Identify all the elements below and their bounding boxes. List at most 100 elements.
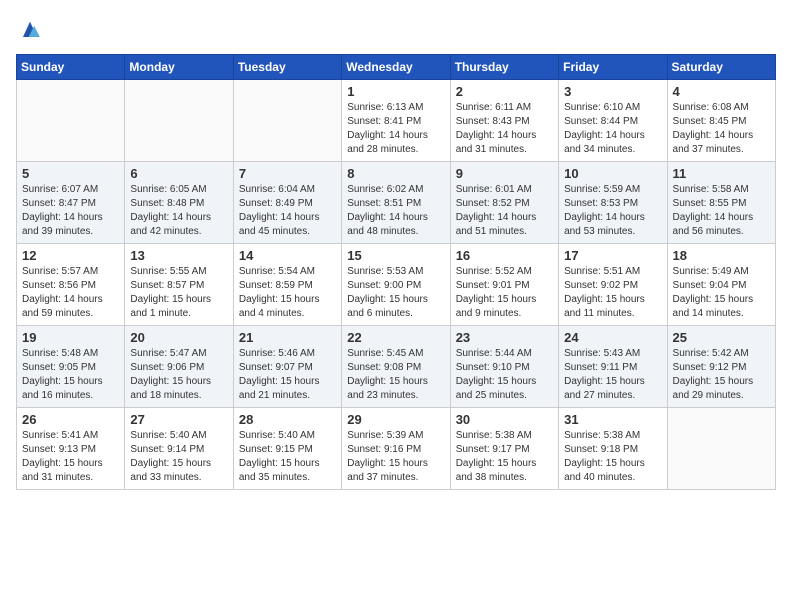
day-info: Sunrise: 5:43 AM Sunset: 9:11 PM Dayligh… xyxy=(564,347,661,403)
day-info: Sunrise: 5:51 AM Sunset: 9:02 PM Dayligh… xyxy=(564,265,661,321)
calendar-cell: 8 Sunrise: 6:02 AM Sunset: 8:51 PM Daylig… xyxy=(342,162,450,244)
day-info: Sunrise: 5:55 AM Sunset: 8:57 PM Dayligh… xyxy=(130,265,227,321)
calendar-cell: 12 Sunrise: 5:57 AM Sunset: 8:56 PM Dayli… xyxy=(17,244,125,326)
calendar-week-row: 1Sunrise: 6:13 AM Sunset: 8:41 PM Daylig… xyxy=(17,80,776,162)
day-info: Sunrise: 5:45 AM Sunset: 9:08 PM Dayligh… xyxy=(347,347,444,403)
day-info: Sunrise: 5:47 AM Sunset: 9:06 PM Dayligh… xyxy=(130,347,227,403)
day-info: Sunrise: 5:44 AM Sunset: 9:10 PM Dayligh… xyxy=(456,347,553,403)
calendar-week-row: 12 Sunrise: 5:57 AM Sunset: 8:56 PM Dayli… xyxy=(17,244,776,326)
day-info: Sunrise: 5:52 AM Sunset: 9:01 PM Dayligh… xyxy=(456,265,553,321)
calendar-cell: 22 Sunrise: 5:45 AM Sunset: 9:08 PM Dayli… xyxy=(342,326,450,408)
calendar-cell: 31 Sunrise: 5:38 AM Sunset: 9:18 PM Dayli… xyxy=(559,408,667,490)
day-info: Sunrise: 6:04 AM Sunset: 8:49 PM Dayligh… xyxy=(239,183,336,239)
day-info: Sunrise: 5:49 AM Sunset: 9:04 PM Dayligh… xyxy=(673,265,770,321)
col-header-tuesday: Tuesday xyxy=(233,55,341,80)
calendar-cell: 24 Sunrise: 5:43 AM Sunset: 9:11 PM Dayli… xyxy=(559,326,667,408)
calendar-cell: 10 Sunrise: 5:59 AM Sunset: 8:53 PM Dayli… xyxy=(559,162,667,244)
calendar-cell: 21 Sunrise: 5:46 AM Sunset: 9:07 PM Dayli… xyxy=(233,326,341,408)
logo xyxy=(16,16,48,44)
day-number: 10 xyxy=(564,166,661,181)
day-number: 12 xyxy=(22,248,119,263)
calendar-cell: 6 Sunrise: 6:05 AM Sunset: 8:48 PM Daylig… xyxy=(125,162,233,244)
day-info: Sunrise: 6:11 AM Sunset: 8:43 PM Dayligh… xyxy=(456,101,553,157)
day-number: 7 xyxy=(239,166,336,181)
calendar-week-row: 26 Sunrise: 5:41 AM Sunset: 9:13 PM Dayli… xyxy=(17,408,776,490)
day-info: Sunrise: 5:41 AM Sunset: 9:13 PM Dayligh… xyxy=(22,429,119,485)
calendar-cell: 13 Sunrise: 5:55 AM Sunset: 8:57 PM Dayli… xyxy=(125,244,233,326)
day-number: 17 xyxy=(564,248,661,263)
day-number: 28 xyxy=(239,412,336,427)
day-number: 21 xyxy=(239,330,336,345)
calendar-cell: 25Sunrise: 5:42 AM Sunset: 9:12 PM Dayli… xyxy=(667,326,775,408)
day-number: 4 xyxy=(673,84,770,99)
day-number: 14 xyxy=(239,248,336,263)
day-info: Sunrise: 6:02 AM Sunset: 8:51 PM Dayligh… xyxy=(347,183,444,239)
day-info: Sunrise: 5:53 AM Sunset: 9:00 PM Dayligh… xyxy=(347,265,444,321)
col-header-wednesday: Wednesday xyxy=(342,55,450,80)
day-number: 19 xyxy=(22,330,119,345)
logo-icon xyxy=(16,16,44,44)
calendar-cell: 16 Sunrise: 5:52 AM Sunset: 9:01 PM Dayli… xyxy=(450,244,558,326)
day-info: Sunrise: 6:10 AM Sunset: 8:44 PM Dayligh… xyxy=(564,101,661,157)
day-number: 24 xyxy=(564,330,661,345)
calendar-week-row: 5 Sunrise: 6:07 AM Sunset: 8:47 PM Daylig… xyxy=(17,162,776,244)
day-info: Sunrise: 5:42 AM Sunset: 9:12 PM Dayligh… xyxy=(673,347,770,403)
day-number: 16 xyxy=(456,248,553,263)
day-info: Sunrise: 5:40 AM Sunset: 9:15 PM Dayligh… xyxy=(239,429,336,485)
calendar-cell: 23 Sunrise: 5:44 AM Sunset: 9:10 PM Dayli… xyxy=(450,326,558,408)
day-number: 2 xyxy=(456,84,553,99)
calendar-cell: 28 Sunrise: 5:40 AM Sunset: 9:15 PM Dayli… xyxy=(233,408,341,490)
day-number: 15 xyxy=(347,248,444,263)
day-number: 26 xyxy=(22,412,119,427)
day-info: Sunrise: 5:54 AM Sunset: 8:59 PM Dayligh… xyxy=(239,265,336,321)
day-number: 8 xyxy=(347,166,444,181)
day-number: 29 xyxy=(347,412,444,427)
col-header-saturday: Saturday xyxy=(667,55,775,80)
day-number: 27 xyxy=(130,412,227,427)
day-info: Sunrise: 5:58 AM Sunset: 8:55 PM Dayligh… xyxy=(673,183,770,239)
calendar-cell: 5 Sunrise: 6:07 AM Sunset: 8:47 PM Daylig… xyxy=(17,162,125,244)
calendar-cell: 20 Sunrise: 5:47 AM Sunset: 9:06 PM Dayli… xyxy=(125,326,233,408)
col-header-thursday: Thursday xyxy=(450,55,558,80)
day-number: 13 xyxy=(130,248,227,263)
calendar-cell xyxy=(17,80,125,162)
day-number: 11 xyxy=(673,166,770,181)
day-number: 22 xyxy=(347,330,444,345)
day-info: Sunrise: 6:08 AM Sunset: 8:45 PM Dayligh… xyxy=(673,101,770,157)
day-info: Sunrise: 5:40 AM Sunset: 9:14 PM Dayligh… xyxy=(130,429,227,485)
calendar-cell: 15 Sunrise: 5:53 AM Sunset: 9:00 PM Dayli… xyxy=(342,244,450,326)
calendar-cell: 4 Sunrise: 6:08 AM Sunset: 8:45 PM Daylig… xyxy=(667,80,775,162)
day-info: Sunrise: 6:07 AM Sunset: 8:47 PM Dayligh… xyxy=(22,183,119,239)
day-number: 6 xyxy=(130,166,227,181)
day-number: 3 xyxy=(564,84,661,99)
calendar-cell: 29Sunrise: 5:39 AM Sunset: 9:16 PM Dayli… xyxy=(342,408,450,490)
calendar-cell: 2 Sunrise: 6:11 AM Sunset: 8:43 PM Daylig… xyxy=(450,80,558,162)
calendar-header-row: SundayMondayTuesdayWednesdayThursdayFrid… xyxy=(17,55,776,80)
calendar-cell: 7 Sunrise: 6:04 AM Sunset: 8:49 PM Daylig… xyxy=(233,162,341,244)
calendar-cell: 1Sunrise: 6:13 AM Sunset: 8:41 PM Daylig… xyxy=(342,80,450,162)
day-info: Sunrise: 5:48 AM Sunset: 9:05 PM Dayligh… xyxy=(22,347,119,403)
day-number: 5 xyxy=(22,166,119,181)
day-info: Sunrise: 6:05 AM Sunset: 8:48 PM Dayligh… xyxy=(130,183,227,239)
col-header-monday: Monday xyxy=(125,55,233,80)
day-number: 30 xyxy=(456,412,553,427)
day-info: Sunrise: 5:59 AM Sunset: 8:53 PM Dayligh… xyxy=(564,183,661,239)
day-number: 23 xyxy=(456,330,553,345)
calendar-cell: 3 Sunrise: 6:10 AM Sunset: 8:44 PM Daylig… xyxy=(559,80,667,162)
calendar-cell: 17 Sunrise: 5:51 AM Sunset: 9:02 PM Dayli… xyxy=(559,244,667,326)
calendar-cell: 18Sunrise: 5:49 AM Sunset: 9:04 PM Dayli… xyxy=(667,244,775,326)
calendar-cell xyxy=(667,408,775,490)
day-info: Sunrise: 6:01 AM Sunset: 8:52 PM Dayligh… xyxy=(456,183,553,239)
day-info: Sunrise: 5:46 AM Sunset: 9:07 PM Dayligh… xyxy=(239,347,336,403)
calendar-cell: 14 Sunrise: 5:54 AM Sunset: 8:59 PM Dayli… xyxy=(233,244,341,326)
page-header xyxy=(16,16,776,44)
day-info: Sunrise: 5:38 AM Sunset: 9:18 PM Dayligh… xyxy=(564,429,661,485)
day-number: 20 xyxy=(130,330,227,345)
calendar-cell: 11 Sunrise: 5:58 AM Sunset: 8:55 PM Dayli… xyxy=(667,162,775,244)
calendar-week-row: 19 Sunrise: 5:48 AM Sunset: 9:05 PM Dayli… xyxy=(17,326,776,408)
calendar-cell: 30Sunrise: 5:38 AM Sunset: 9:17 PM Dayli… xyxy=(450,408,558,490)
calendar-cell: 9Sunrise: 6:01 AM Sunset: 8:52 PM Daylig… xyxy=(450,162,558,244)
day-number: 31 xyxy=(564,412,661,427)
day-info: Sunrise: 5:57 AM Sunset: 8:56 PM Dayligh… xyxy=(22,265,119,321)
calendar-cell: 27 Sunrise: 5:40 AM Sunset: 9:14 PM Dayli… xyxy=(125,408,233,490)
